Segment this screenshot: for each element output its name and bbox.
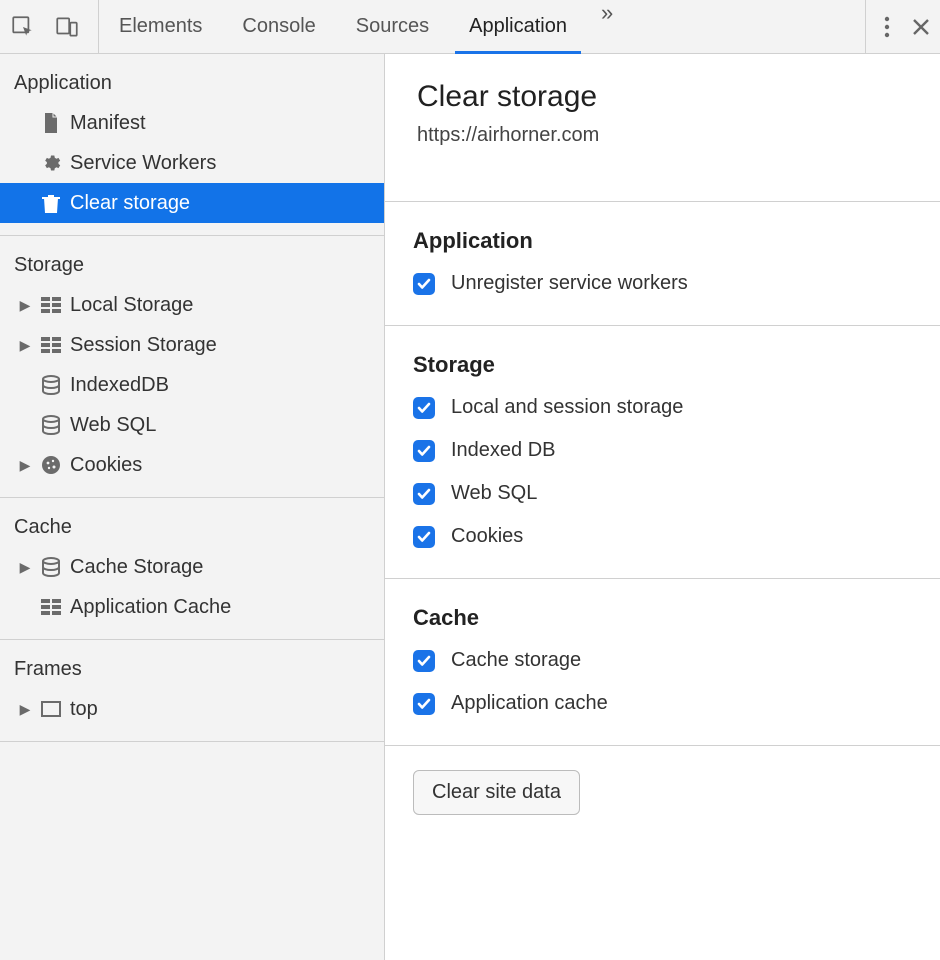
- sidebar-item[interactable]: ▶ Local Storage: [0, 285, 384, 325]
- panel-heading: Cache: [413, 605, 940, 631]
- expand-icon[interactable]: ▶: [18, 297, 32, 314]
- sidebar-item[interactable]: Clear storage: [0, 183, 384, 223]
- sidebar-section-title: Storage: [0, 246, 384, 285]
- main-area: Application Manifest Service Workers Clear …: [0, 54, 940, 960]
- trash-icon: [40, 193, 62, 213]
- sidebar-section-title: Frames: [0, 650, 384, 689]
- checkbox-label: Local and session storage: [451, 396, 683, 419]
- table-icon: [40, 337, 62, 353]
- checkbox-label: Cache storage: [451, 649, 581, 672]
- sidebar-item-label: Web SQL: [70, 414, 156, 437]
- gear-icon: [40, 153, 62, 173]
- checkbox-row[interactable]: Indexed DB: [413, 439, 940, 462]
- sidebar-section-title: Cache: [0, 508, 384, 547]
- sidebar-item[interactable]: ▶ Cookies: [0, 445, 384, 485]
- expand-icon[interactable]: ▶: [18, 701, 32, 718]
- devtools-tabs: Elements Console Sources Application »: [99, 0, 627, 53]
- checkbox-icon[interactable]: [413, 397, 435, 419]
- sidebar-section-title: Application: [0, 64, 384, 103]
- sidebar-item[interactable]: Manifest: [0, 103, 384, 143]
- sidebar-item[interactable]: IndexedDB: [0, 365, 384, 405]
- sidebar-item-label: Cache Storage: [70, 556, 203, 579]
- cookie-icon: [40, 455, 62, 475]
- checkbox-icon[interactable]: [413, 483, 435, 505]
- checkbox-icon[interactable]: [413, 273, 435, 295]
- expand-icon[interactable]: ▶: [18, 337, 32, 354]
- sidebar-section: Application Manifest Service Workers Clear …: [0, 54, 384, 236]
- page-title: Clear storage: [417, 80, 940, 114]
- origin-label: https://airhorner.com: [417, 124, 940, 147]
- sidebar-item-label: IndexedDB: [70, 374, 169, 397]
- tab-elements[interactable]: Elements: [99, 0, 222, 53]
- sidebar-item-label: Clear storage: [70, 192, 190, 215]
- sidebar-item-label: Manifest: [70, 112, 146, 135]
- sidebar-item[interactable]: ▶ top: [0, 689, 384, 729]
- table-icon: [40, 599, 62, 615]
- sidebar-item-label: Service Workers: [70, 152, 216, 175]
- settings-panel: Cache Cache storage Application cache: [385, 578, 940, 745]
- checkbox-label: Application cache: [451, 692, 608, 715]
- checkbox-label: Indexed DB: [451, 439, 556, 462]
- sidebar-section: Storage ▶ Local Storage ▶ Session Storage Ind…: [0, 236, 384, 498]
- checkbox-row[interactable]: Cookies: [413, 525, 940, 548]
- more-tabs-icon[interactable]: »: [587, 0, 627, 53]
- checkbox-row[interactable]: Cache storage: [413, 649, 940, 672]
- toolbar-right: [865, 0, 930, 53]
- checkbox-label: Unregister service workers: [451, 272, 688, 295]
- sidebar-item-label: Application Cache: [70, 596, 231, 619]
- sidebar-item[interactable]: ▶ Cache Storage: [0, 547, 384, 587]
- close-icon[interactable]: [912, 18, 930, 36]
- kebab-menu-icon[interactable]: [884, 16, 890, 38]
- sidebar-item-label: Cookies: [70, 454, 142, 477]
- checkbox-icon[interactable]: [413, 440, 435, 462]
- db-icon: [40, 375, 62, 395]
- inspect-icon[interactable]: [10, 14, 36, 40]
- table-icon: [40, 297, 62, 313]
- sidebar-section: Cache ▶ Cache Storage Application Cache: [0, 498, 384, 640]
- device-toggle-icon[interactable]: [54, 14, 80, 40]
- checkbox-row[interactable]: Local and session storage: [413, 396, 940, 419]
- application-sidebar: Application Manifest Service Workers Clear …: [0, 54, 384, 960]
- panel-heading: Application: [413, 228, 940, 254]
- checkbox-row[interactable]: Unregister service workers: [413, 272, 940, 295]
- sidebar-item[interactable]: ▶ Session Storage: [0, 325, 384, 365]
- sidebar-item[interactable]: Web SQL: [0, 405, 384, 445]
- checkbox-row[interactable]: Application cache: [413, 692, 940, 715]
- clear-site-data-button[interactable]: Clear site data: [413, 770, 580, 815]
- panel-heading: Storage: [413, 352, 940, 378]
- db-icon: [40, 557, 62, 577]
- sidebar-item[interactable]: Application Cache: [0, 587, 384, 627]
- clear-button-row: Clear site data: [385, 745, 940, 839]
- expand-icon[interactable]: ▶: [18, 457, 32, 474]
- settings-panel: Application Unregister service workers: [385, 201, 940, 325]
- checkbox-icon[interactable]: [413, 650, 435, 672]
- toolbar-left-icons: [10, 0, 99, 53]
- checkbox-icon[interactable]: [413, 526, 435, 548]
- sidebar-item-label: Session Storage: [70, 334, 217, 357]
- sidebar-item-label: top: [70, 698, 98, 721]
- sidebar-item-label: Local Storage: [70, 294, 193, 317]
- checkbox-label: Cookies: [451, 525, 523, 548]
- db-icon: [40, 415, 62, 435]
- frame-icon: [40, 701, 62, 717]
- tab-console[interactable]: Console: [222, 0, 335, 53]
- checkbox-row[interactable]: Web SQL: [413, 482, 940, 505]
- expand-icon[interactable]: ▶: [18, 559, 32, 576]
- checkbox-label: Web SQL: [451, 482, 537, 505]
- checkbox-icon[interactable]: [413, 693, 435, 715]
- sidebar-item[interactable]: Service Workers: [0, 143, 384, 183]
- content-pane: Clear storage https://airhorner.com Appl…: [384, 54, 940, 960]
- tab-sources[interactable]: Sources: [336, 0, 449, 53]
- file-icon: [40, 113, 62, 133]
- devtools-toolbar: Elements Console Sources Application »: [0, 0, 940, 54]
- tab-application[interactable]: Application: [449, 0, 587, 53]
- sidebar-section: Frames ▶ top: [0, 640, 384, 742]
- settings-panel: Storage Local and session storage Indexed …: [385, 325, 940, 578]
